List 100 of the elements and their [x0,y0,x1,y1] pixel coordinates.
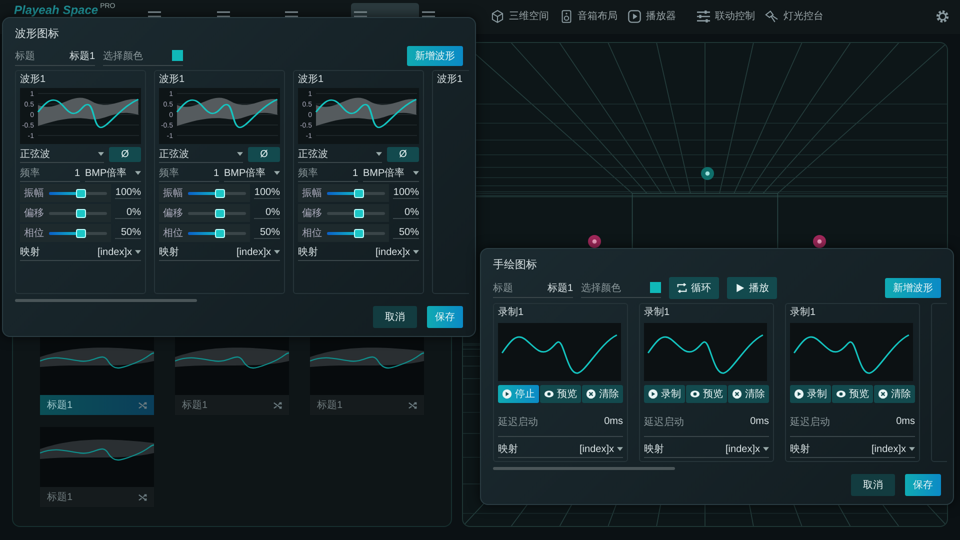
record-button[interactable]: 录制 [644,385,685,403]
caret-icon [617,447,623,451]
slider-label: 振幅 [24,187,44,200]
nav-tab[interactable]: 联动控制 [694,3,762,29]
record-button[interactable]: 录制 [790,385,831,403]
record-icon [648,389,658,399]
thumbnail-label[interactable]: 标题1 [310,395,424,415]
frequency-field[interactable]: 频率 1 [159,165,219,182]
sliders-icon [696,10,710,22]
thumbnail-label[interactable]: 标题1 [40,487,154,507]
caret-icon [135,250,141,254]
thumbnail-label[interactable]: 标题1 [175,395,289,415]
color-field[interactable]: 选择颜色 [581,278,661,298]
slider-value: 100% [115,187,141,199]
shuffle-icon [138,400,147,410]
color-field[interactable]: 选择颜色 [103,46,183,66]
preview-button[interactable]: 预览 [686,385,727,403]
slider-value: 50% [254,227,280,239]
mapping-select[interactable]: 映射 [index]x [790,441,915,458]
nav-tab[interactable]: 灯光控台 [762,3,830,29]
loop-button[interactable]: 循环 [669,277,719,299]
clear-button[interactable]: 清除 [874,385,915,403]
dialog-title: 手绘图标 [493,258,538,272]
mapping-select[interactable]: 映射 [index]x [20,244,141,261]
record-icon [794,389,804,399]
slider-handle[interactable] [354,208,364,218]
caret-icon [274,171,280,175]
slider-handle[interactable] [354,188,364,198]
clear-icon [732,389,742,399]
spotlight-icon [765,10,778,22]
speaker-marker-icon[interactable] [588,235,601,248]
clear-button[interactable]: 清除 [582,385,623,403]
title-field[interactable]: 标题 标题1 [493,278,573,298]
wave-type-select[interactable]: 正弦波 [298,146,382,163]
eye-icon [690,389,700,399]
cancel-button[interactable]: 取消 [373,306,417,328]
invert-button[interactable]: Ø [248,147,280,162]
caret-icon [909,447,915,451]
scrollbar[interactable] [15,299,197,302]
slider-label: 相位 [24,226,44,240]
thumbnail-label[interactable]: 标题1 [40,395,154,415]
delay-field[interactable]: 延迟启动 0ms [498,407,623,437]
invert-button[interactable]: Ø [387,147,419,162]
caret-icon [413,171,419,175]
eye-icon [544,389,554,399]
nav-tab[interactable]: 播放器 [625,3,694,29]
frequency-mode-select[interactable]: BMP倍率 [363,165,419,182]
shuffle-icon [273,400,282,410]
card-title: 录制1 [644,307,671,319]
delay-field[interactable]: 延迟启动 0ms [644,407,769,437]
clear-icon [586,389,596,399]
cancel-button[interactable]: 取消 [851,474,895,496]
preview-button[interactable]: 预览 [832,385,873,403]
frequency-mode-select[interactable]: BMP倍率 [224,165,280,182]
speaker-marker-icon[interactable] [701,167,714,180]
frequency-field[interactable]: 频率 1 [20,165,80,182]
slider-label: 相位 [302,226,322,240]
app-logo: Playeah Space [14,3,98,17]
slider-handle[interactable] [76,228,86,238]
delay-field[interactable]: 延迟启动 0ms [790,407,915,437]
frequency-mode-select[interactable]: BMP倍率 [85,165,141,182]
slider-value: 50% [393,227,419,239]
clear-icon [878,389,888,399]
slider-handle[interactable] [214,208,225,218]
slider-label: 偏移 [302,207,322,220]
slider-handle[interactable] [76,188,86,198]
wave-type-select[interactable]: 正弦波 [20,146,104,163]
invert-button[interactable]: Ø [109,147,141,162]
preview-button[interactable]: 预览 [540,385,581,403]
slider-handle[interactable] [214,228,225,238]
frequency-field[interactable]: 频率 1 [298,165,358,182]
nav-tab[interactable]: 三维空间 [488,3,556,29]
caret-icon [98,152,104,156]
color-swatch[interactable] [172,50,183,61]
caret-icon [763,447,769,451]
slider-value: 0% [115,207,141,219]
mapping-select[interactable]: 映射 [index]x [159,244,280,261]
wave-type-select[interactable]: 正弦波 [159,146,243,163]
color-swatch[interactable] [650,282,661,293]
card-title: 录制1 [790,307,817,319]
card-title: 波形1 [20,74,47,86]
slider-label: 振幅 [302,187,322,200]
play-icon [735,283,745,293]
scrollbar[interactable] [493,467,675,470]
nav-tab[interactable]: 音箱布局 [556,3,625,29]
play-icon [628,10,642,22]
clear-button[interactable]: 清除 [728,385,769,403]
mapping-select[interactable]: 映射 [index]x [498,441,623,458]
mapping-select[interactable]: 映射 [index]x [298,244,419,261]
slider-handle[interactable] [76,208,86,218]
mapping-select[interactable]: 映射 [index]x [644,441,769,458]
slider-handle[interactable] [214,188,225,198]
slider-value: 50% [115,227,141,239]
record-icon [502,389,512,399]
speaker-marker-icon[interactable] [813,235,826,248]
slider-value: 100% [393,187,419,199]
title-field[interactable]: 标题 标题1 [15,46,95,66]
play-button[interactable]: 播放 [727,277,777,299]
slider-handle[interactable] [354,228,364,238]
settings-icon[interactable] [935,9,950,24]
